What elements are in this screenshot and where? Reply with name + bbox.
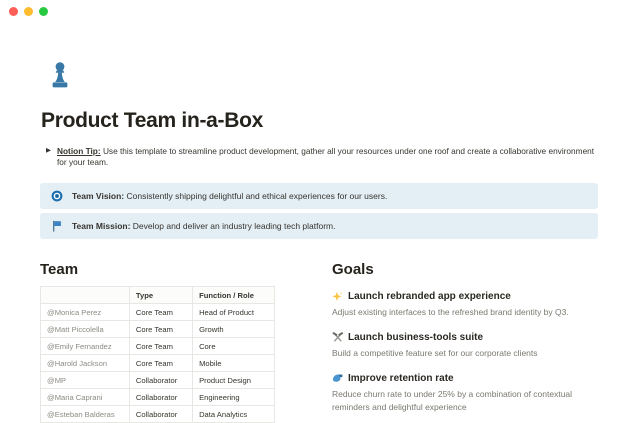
type-cell[interactable]: Core Team [128, 337, 194, 356]
goal-description: Adjust existing interfaces to the refres… [332, 307, 569, 318]
role-cell[interactable]: Core [192, 337, 275, 356]
goals-section: Goals Launch rebranded app experience Ad… [332, 261, 598, 423]
target-icon [51, 190, 63, 202]
minimize-button[interactable] [24, 7, 33, 16]
goals-heading: Goals [332, 261, 374, 279]
tip-label: Notion Tip: [57, 146, 101, 156]
mechanical-arm-icon [332, 374, 343, 382]
type-cell[interactable]: Core Team [128, 354, 194, 373]
goal-item: Launch rebranded app experience Adjust e… [332, 291, 598, 319]
header-type[interactable]: Type [128, 286, 194, 305]
member-mention-cell[interactable]: @Matt Piccolella [40, 320, 130, 339]
goal-title[interactable]: Improve retention rate [332, 373, 598, 384]
tip-text: Notion Tip: Use this template to streaml… [57, 146, 595, 168]
type-cell[interactable]: Core Team [128, 303, 194, 322]
table-row: @Esteban Balderas Collaborator Data Analyt… [40, 405, 275, 423]
role-cell[interactable]: Growth [192, 320, 275, 339]
two-column-layout: Team Type Function / Role @Monica Perez C… [40, 261, 598, 423]
goal-item: Launch business-tools suite Build a comp… [332, 332, 598, 360]
table-header-row: Type Function / Role [40, 286, 275, 305]
page-content: Product Team in-a-Box ▶ Notion Tip: Use … [40, 0, 598, 423]
hammer-and-pick-icon [332, 332, 343, 342]
goal-description: Build a competitive feature set for our … [332, 348, 538, 359]
page-title[interactable]: Product Team in-a-Box [41, 109, 598, 133]
notion-tip-toggle[interactable]: ▶ Notion Tip: Use this template to strea… [46, 146, 598, 168]
goal-item: Improve retention rate Reduce churn rate… [332, 373, 598, 414]
member-mention-cell[interactable]: @Emily Fernandez [40, 337, 130, 356]
header-name[interactable] [40, 286, 130, 305]
header-function-role[interactable]: Function / Role [192, 286, 275, 305]
flag-icon [53, 221, 61, 232]
role-cell[interactable]: Head of Product [192, 303, 275, 322]
member-mention-cell[interactable]: @Maria Caprani [40, 388, 130, 407]
type-cell[interactable]: Core Team [128, 320, 194, 339]
type-cell[interactable]: Collaborator [128, 405, 194, 423]
goal-title[interactable]: Launch rebranded app experience [332, 291, 598, 302]
goals-list: Launch rebranded app experience Adjust e… [332, 291, 598, 413]
sparkles-icon [332, 291, 343, 302]
callouts: Team Vision: Consistently shipping delig… [40, 183, 598, 240]
team-mission-callout[interactable]: Team Mission: Develop and deliver an ind… [40, 213, 598, 240]
table-row: @MP Collaborator Product Design [40, 371, 275, 390]
table-row: @Harold Jackson Core Team Mobile [40, 354, 275, 373]
member-mention-cell[interactable]: @Harold Jackson [40, 354, 130, 373]
team-vision-callout[interactable]: Team Vision: Consistently shipping delig… [40, 183, 598, 210]
role-cell[interactable]: Data Analytics [192, 405, 275, 423]
team-heading: Team [40, 261, 79, 279]
toggle-triangle-icon[interactable]: ▶ [46, 147, 51, 156]
team-table: Type Function / Role @Monica Perez Core T… [40, 286, 275, 423]
goal-title[interactable]: Launch business-tools suite [332, 332, 598, 343]
callout-text: Team Mission: Develop and deliver an ind… [72, 221, 336, 232]
table-row: @Emily Fernandez Core Team Core [40, 337, 275, 356]
callout-text: Team Vision: Consistently shipping delig… [72, 191, 388, 202]
member-mention-cell[interactable]: @Monica Perez [40, 303, 130, 322]
table-row: @Monica Perez Core Team Head of Product [40, 303, 275, 322]
table-row: @Maria Caprani Collaborator Engineering [40, 388, 275, 407]
chess-pawn-icon[interactable] [48, 61, 72, 89]
close-button[interactable] [9, 7, 18, 16]
role-cell[interactable]: Mobile [192, 354, 275, 373]
team-table-body: @Monica Perez Core Team Head of Product @Ma… [40, 303, 275, 423]
goal-description: Reduce churn rate to under 25% by a comb… [332, 388, 573, 412]
member-mention-cell[interactable]: @MP [40, 371, 130, 390]
type-cell[interactable]: Collaborator [128, 371, 194, 390]
member-mention-cell[interactable]: @Esteban Balderas [40, 405, 130, 423]
role-cell[interactable]: Product Design [192, 371, 275, 390]
table-row: @Matt Piccolella Core Team Growth [40, 320, 275, 339]
type-cell[interactable]: Collaborator [128, 388, 194, 407]
role-cell[interactable]: Engineering [192, 388, 275, 407]
team-section: Team Type Function / Role @Monica Perez C… [40, 261, 275, 423]
